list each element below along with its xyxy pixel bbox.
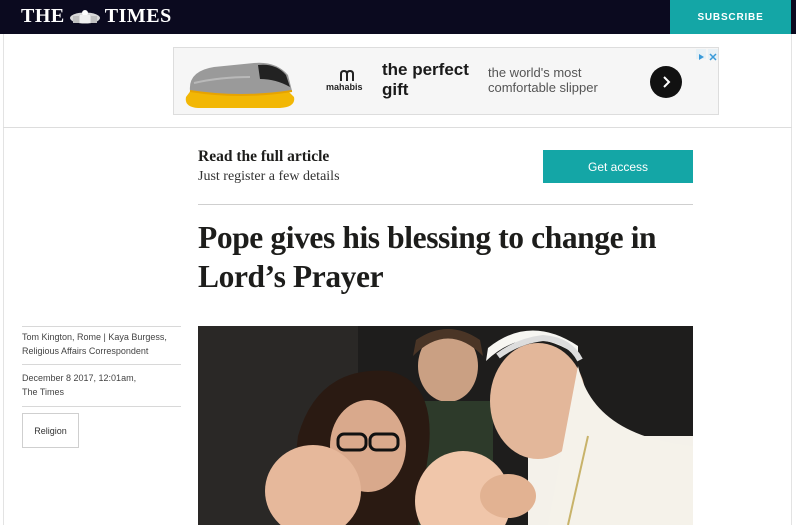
ad-choices-icon[interactable] [696, 49, 706, 60]
ad-copy-line1: the world's most [488, 65, 582, 80]
article-byline: Tom Kington, Rome | Kaya Burgess, Religi… [22, 330, 182, 358]
headline-line1: Pope gives his blessing to change in [198, 220, 657, 255]
ad-headline: the perfect gift [382, 60, 482, 100]
get-access-button[interactable]: Get access [543, 150, 693, 183]
subscribe-button[interactable]: SUBSCRIBE [670, 0, 791, 34]
mahabis-logo-icon [340, 69, 354, 81]
logo-text-times: TIMES [104, 4, 172, 27]
ad-choices[interactable] [696, 49, 718, 61]
topic-tag-religion[interactable]: Religion [22, 413, 79, 448]
site-logo[interactable]: THE TIMES [21, 5, 172, 27]
ad-divider [3, 127, 792, 128]
register-title: Read the full article [198, 148, 330, 165]
slipper-image [180, 53, 296, 111]
meta-divider-middle [22, 364, 181, 365]
article-photo [198, 326, 693, 525]
ad-headline-line1: the perfect [382, 60, 469, 79]
meta-divider-bottom [22, 406, 181, 407]
ad-headline-line2: gift [382, 80, 409, 99]
ad-brand-name: mahabis [326, 82, 363, 92]
advertisement-banner[interactable]: mahabis the perfect gift the world's mos… [173, 47, 719, 115]
page-frame-right [791, 34, 792, 525]
article-dateline: December 8 2017, 12:01am, The Times [22, 371, 182, 399]
meta-divider-top [22, 326, 181, 327]
byline-line2: Religious Affairs Correspondent [22, 346, 149, 356]
headline-line2: Lord’s Prayer [198, 259, 384, 294]
register-divider [198, 204, 693, 205]
ad-close-icon[interactable] [708, 49, 718, 61]
ad-copy-line2: comfortable slipper [488, 80, 598, 95]
page-frame-left [3, 34, 4, 525]
ad-next-button[interactable] [650, 66, 682, 98]
date-line2: The Times [22, 387, 65, 397]
ad-copy: the world's most comfortable slipper [488, 65, 618, 95]
top-bar-edge [791, 0, 796, 34]
date-line1: December 8 2017, 12:01am, [22, 373, 137, 383]
register-subtitle: Just register a few details [198, 169, 340, 184]
top-bar: THE TIMES SUBSCRIBE [0, 0, 796, 34]
chevron-right-icon [663, 76, 671, 88]
logo-text-the: THE [21, 4, 65, 27]
article-headline: Pope gives his blessing to change in Lor… [198, 218, 698, 296]
crest-icon [68, 8, 102, 24]
byline-line1: Tom Kington, Rome | Kaya Burgess, [22, 332, 167, 342]
